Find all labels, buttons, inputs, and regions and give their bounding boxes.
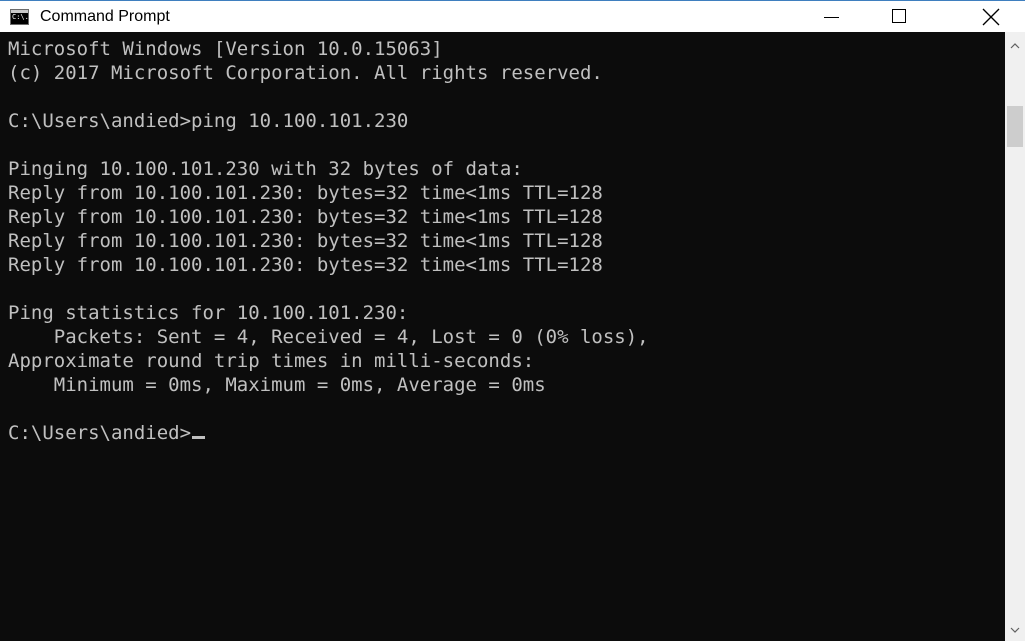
console-line: Reply from 10.100.101.230: bytes=32 time… [8, 206, 603, 228]
console-prompt: C:\Users\andied> [8, 422, 192, 444]
console-prompt-line[interactable]: C:\Users\andied> [8, 421, 649, 445]
console-line: Reply from 10.100.101.230: bytes=32 time… [8, 230, 603, 252]
close-button[interactable] [968, 1, 1014, 32]
console-line: Reply from 10.100.101.230: bytes=32 time… [8, 182, 603, 204]
close-icon [982, 8, 1000, 26]
window-title: Command Prompt [40, 8, 170, 25]
console-line: Minimum = 0ms, Maximum = 0ms, Average = … [8, 374, 546, 396]
chevron-up-icon[interactable] [1005, 36, 1025, 56]
chevron-down-icon[interactable] [1005, 620, 1025, 640]
scrollbar-thumb[interactable] [1007, 106, 1023, 147]
console-line: Reply from 10.100.101.230: bytes=32 time… [8, 254, 603, 276]
console-line: C:\Users\andied>ping 10.100.101.230 [8, 110, 409, 132]
icon-text: C:\. [12, 13, 29, 21]
console-line: Packets: Sent = 4, Received = 4, Lost = … [8, 326, 649, 348]
console-line: Approximate round trip times in milli-se… [8, 350, 535, 372]
console-output[interactable]: Microsoft Windows [Version 10.0.15063] (… [0, 32, 1005, 641]
command-prompt-window: C:\. Command Prompt Microsoft Windows [V… [0, 0, 1025, 641]
text-cursor [192, 436, 206, 439]
console-line: Ping statistics for 10.100.101.230: [8, 302, 409, 324]
maximize-button[interactable] [877, 1, 923, 32]
maximize-icon [892, 9, 906, 23]
console-line: Pinging 10.100.101.230 with 32 bytes of … [8, 158, 523, 180]
vertical-scrollbar[interactable] [1005, 32, 1025, 641]
console-line: Microsoft Windows [Version 10.0.15063] [8, 38, 443, 60]
minimize-button[interactable] [808, 1, 854, 32]
cmd-app-icon[interactable]: C:\. [10, 9, 29, 25]
console-line: (c) 2017 Microsoft Corporation. All righ… [8, 62, 603, 84]
console-lines: Microsoft Windows [Version 10.0.15063] (… [8, 37, 649, 445]
title-bar[interactable]: C:\. Command Prompt [0, 0, 1025, 32]
minimize-icon [824, 17, 839, 18]
